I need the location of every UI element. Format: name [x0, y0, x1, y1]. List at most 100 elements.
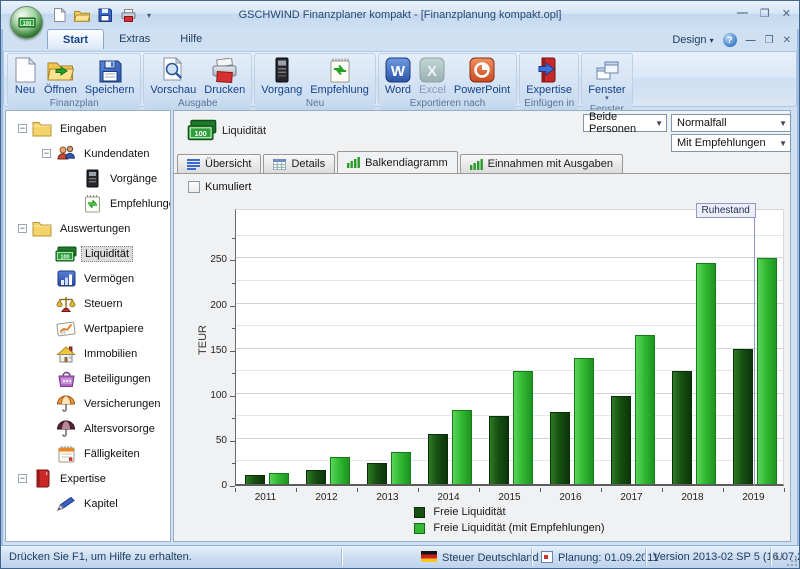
view-tabstrip: Übersicht Details Balkendiagramm Einnahm…	[177, 151, 625, 173]
open-button[interactable]	[74, 7, 90, 23]
svg-text:100: 100	[22, 21, 31, 27]
ribbon-tab-extras[interactable]: Extras	[104, 29, 165, 49]
umbrella-icon	[55, 394, 77, 414]
powerpoint-icon	[469, 56, 495, 83]
empfehlung-button[interactable]: Empfehlung	[306, 55, 373, 97]
tree-item-immobilien[interactable]: Immobilien	[6, 341, 170, 366]
collapse-icon[interactable]: −	[42, 149, 51, 158]
expertise-button[interactable]: Expertise	[522, 55, 576, 97]
x-axis-tick	[357, 488, 358, 492]
minimize-button[interactable]: —	[737, 7, 748, 20]
tree-item-empfehlungen[interactable]: Empfehlungen	[6, 191, 170, 216]
tree-item-liquiditaet[interactable]: 100 Liquidität	[6, 241, 170, 266]
status-help-text: Drücken Sie F1, um Hilfe zu erhalten.	[9, 551, 192, 563]
print-preview-icon	[161, 56, 185, 83]
save-button[interactable]	[97, 7, 113, 23]
new-document-icon	[14, 56, 36, 83]
new-document-button[interactable]	[51, 7, 67, 23]
tree-item-wertpapiere[interactable]: Wertpapiere	[6, 316, 170, 341]
powerpoint-button[interactable]: PowerPoint	[450, 55, 514, 97]
mdi-restore-button[interactable]: ❐	[765, 35, 774, 46]
persons-combobox[interactable]: Beide Personen▼	[583, 114, 667, 132]
help-icon[interactable]: ?	[723, 33, 737, 47]
collapse-icon[interactable]: −	[18, 474, 27, 483]
speichern-button[interactable]: Speichern	[81, 55, 139, 97]
ribbon-tab-start[interactable]: Start	[47, 29, 104, 49]
y-axis-label: 200	[197, 300, 227, 311]
application-menu-button[interactable]: 100	[10, 6, 43, 39]
drucken-button[interactable]: Drucken	[200, 55, 249, 97]
excel-button[interactable]: X Excel	[415, 55, 450, 97]
x-axis-label: 2019	[723, 492, 784, 503]
tree-item-beteiligungen[interactable]: Beteiligungen	[6, 366, 170, 391]
word-icon: W	[385, 56, 411, 83]
chart-bar	[696, 263, 716, 484]
restore-button[interactable]: ❐	[760, 7, 770, 20]
resize-grip[interactable]	[785, 554, 797, 566]
tab-balkendiagramm[interactable]: Balkendiagramm	[337, 151, 458, 173]
svg-text:100: 100	[194, 129, 206, 138]
tree-item-kapitel[interactable]: Kapitel	[6, 491, 170, 516]
collapse-icon[interactable]: −	[18, 124, 27, 133]
mdi-minimize-button[interactable]: —	[746, 35, 756, 46]
tree-item-kundendaten[interactable]: − Kundendaten	[6, 141, 170, 166]
x-axis-tick	[601, 488, 602, 492]
x-axis-tick	[723, 488, 724, 492]
folder-icon	[31, 219, 53, 239]
print-button[interactable]	[120, 7, 136, 23]
folder-icon	[31, 119, 53, 139]
vorschau-button[interactable]: Vorschau	[146, 55, 200, 97]
tab-einnahmen-mit-ausgaben[interactable]: Einnahmen mit Ausgaben	[460, 154, 623, 173]
svg-text:100: 100	[61, 254, 70, 260]
window-icon	[594, 56, 620, 83]
tree-item-vermoegen[interactable]: Vermögen	[6, 266, 170, 291]
mdi-close-button[interactable]: ✕	[783, 35, 791, 46]
collapse-icon[interactable]: −	[18, 224, 27, 233]
x-axis-tick	[296, 488, 297, 492]
kumuliert-checkbox[interactable]: Kumuliert	[188, 181, 251, 193]
money-icon: 100	[18, 16, 36, 29]
design-menu[interactable]: Design ▾	[672, 34, 713, 46]
printer-icon	[211, 56, 238, 83]
tree-item-faelligkeiten[interactable]: Fälligkeiten	[6, 441, 170, 466]
qat-customize-arrow-icon[interactable]: ▾	[147, 11, 151, 20]
tree-item-vorgaenge[interactable]: Vorgänge	[6, 166, 170, 191]
notepad-icon	[81, 194, 103, 214]
ribbon-tab-hilfe[interactable]: Hilfe	[165, 29, 217, 49]
chart-bar	[391, 452, 411, 484]
tab-details[interactable]: Details	[263, 154, 335, 173]
ribbon-group-einfuegen: Expertise Einfügen in	[519, 53, 579, 105]
status-tax: Steuer Deutschland	[421, 551, 539, 564]
bar-chart-icon	[470, 159, 483, 170]
chart-bar	[306, 470, 326, 484]
word-button[interactable]: W Word	[381, 55, 415, 97]
chart-plot	[235, 209, 784, 486]
vorgang-button[interactable]: Vorgang	[257, 55, 306, 97]
legend-rows: Freie LiquiditätFreie Liquidität (mit Em…	[414, 506, 604, 534]
chart-bar	[550, 412, 570, 484]
title-bar: 100	[1, 1, 799, 29]
variant-combobox[interactable]: Mit Empfehlungen▼	[671, 134, 791, 152]
ribbon-group-finanzplan: Neu Öffnen Speichern Finanzplan	[7, 53, 141, 105]
tab-uebersicht[interactable]: Übersicht	[177, 154, 261, 173]
chart-page: Kumuliert TEUR Freie LiquiditätFreie Liq…	[174, 173, 790, 541]
y-axis-tick	[230, 486, 235, 487]
tree-item-steuern[interactable]: Steuern	[6, 291, 170, 316]
chart-bar	[733, 349, 753, 484]
fenster-button[interactable]: Fenster ▾	[584, 55, 629, 103]
chart-bar	[611, 396, 631, 484]
tree-item-versicherungen[interactable]: Versicherungen	[6, 391, 170, 416]
oeffnen-button[interactable]: Öffnen	[40, 55, 81, 97]
y-axis-label: 0	[197, 480, 227, 491]
notepad-icon	[329, 56, 351, 83]
neu-button[interactable]: Neu	[10, 55, 40, 97]
window-controls: — ❐ ✕	[737, 7, 791, 20]
quick-access-toolbar: ▾	[51, 7, 151, 23]
close-button[interactable]: ✕	[782, 7, 791, 20]
tree-item-auswertungen[interactable]: − Auswertungen	[6, 216, 170, 241]
tree-item-expertise[interactable]: − Expertise	[6, 466, 170, 491]
scenario-combobox[interactable]: Normalfall▼	[671, 114, 791, 132]
y-axis-label: 50	[197, 435, 227, 446]
tree-item-eingaben[interactable]: − Eingaben	[6, 116, 170, 141]
tree-item-altersvorsorge[interactable]: Altersvorsorge	[6, 416, 170, 441]
